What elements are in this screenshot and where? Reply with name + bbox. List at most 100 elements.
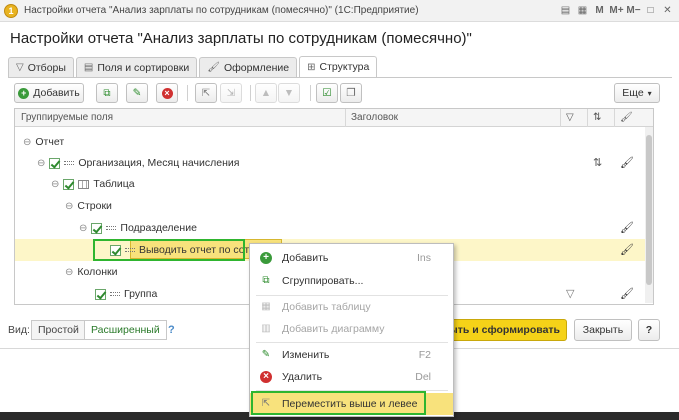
header-divider <box>345 109 346 127</box>
checkbox-checked[interactable] <box>91 222 103 234</box>
collapse-icon[interactable]: ⊖ <box>51 179 59 190</box>
brush-icon[interactable]: 🖌 <box>620 243 634 256</box>
collapse-icon[interactable]: ⊖ <box>79 223 87 234</box>
fields-icon: ▤ <box>83 62 94 73</box>
tab-appearance[interactable]: 🖌 Оформление <box>199 57 298 77</box>
tree-row-table[interactable]: ⊖ Таблица <box>15 173 646 195</box>
brush-icon[interactable]: 🖌 <box>620 287 634 300</box>
toolbar-separator <box>250 85 251 101</box>
brush-icon: 🖌 <box>207 62 220 73</box>
close-icon[interactable]: ✕ <box>660 3 675 18</box>
scrollbar-thumb[interactable] <box>646 135 652 285</box>
sort-icon[interactable]: ⇅ <box>593 156 602 169</box>
checkbox-checked[interactable] <box>63 178 75 190</box>
sort-column-icon[interactable]: ⇅ <box>593 112 601 123</box>
view-label: Вид: <box>8 324 30 336</box>
tree-row-department[interactable]: ⊖ Подразделение 🖌 <box>15 217 646 239</box>
menu-item-shortcut: Del <box>415 371 431 383</box>
collapse-icon[interactable]: ⊖ <box>23 137 31 148</box>
tab-structure[interactable]: ⊞ Структура <box>299 56 378 77</box>
view-extended-button[interactable]: Расширенный <box>84 320 167 340</box>
brush-icon[interactable]: 🖌 <box>620 156 634 169</box>
row-label: Колонки <box>77 266 118 278</box>
window-menu-icon[interactable]: ▤ <box>558 3 573 18</box>
header-fields[interactable]: Группируемые поля <box>21 112 113 123</box>
menu-item-edit[interactable]: ✎ Изменить F2 <box>250 344 453 366</box>
brush-icon[interactable]: 🖌 <box>620 221 634 234</box>
tab-label: Оформление <box>223 61 290 74</box>
tree-row-rows[interactable]: ⊖ Строки <box>15 195 646 217</box>
group-icon: ⧉ <box>262 275 270 286</box>
memory-m-minus-button[interactable]: M− <box>626 3 641 18</box>
chart-icon: ▥ <box>261 323 271 334</box>
pencil-icon: ✎ <box>132 87 142 99</box>
vertical-scrollbar[interactable] <box>645 127 653 303</box>
group-button[interactable]: ⧉ <box>96 83 118 103</box>
menu-highlight-frame <box>251 391 426 415</box>
row-label: Организация, Месяц начисления <box>78 157 240 169</box>
more-button-label: Еще <box>622 87 644 99</box>
dropdown-arrow-icon: ▾ <box>647 88 652 98</box>
checkbox-checked[interactable] <box>95 288 106 300</box>
move-down-right-button[interactable]: ⇲ <box>220 83 242 103</box>
menu-item-add[interactable]: + Добавить Ins <box>250 247 453 269</box>
grid-header: Группируемые поля Заголовок ▽ ⇅ 🖌 <box>15 109 653 127</box>
tab-filters[interactable]: ▽ Отборы <box>8 57 74 77</box>
filter-column-icon[interactable]: ▽ <box>566 112 574 123</box>
tab-label: Структура <box>319 61 370 73</box>
memory-m-plus-button[interactable]: M+ <box>609 3 624 18</box>
copy-icon: ❐ <box>346 87 356 99</box>
maximize-icon[interactable]: □ <box>643 3 658 18</box>
delete-button[interactable]: × <box>156 83 178 103</box>
arrow-up-icon: ▲ <box>260 87 272 99</box>
window-grid-icon[interactable]: ▦ <box>575 3 590 18</box>
help-icon[interactable]: ? <box>168 324 175 336</box>
menu-item-shortcut: F2 <box>418 349 431 361</box>
move-up-left-button[interactable]: ⇱ <box>195 83 217 103</box>
tab-label: Отборы <box>27 61 66 74</box>
tree-row-organization[interactable]: ⊖ Организация, Месяц начисления ⇅ 🖌 <box>15 152 646 174</box>
appearance-column-icon[interactable]: 🖌 <box>620 112 633 123</box>
menu-item-add-chart[interactable]: ▥ Добавить диаграмму <box>250 318 453 340</box>
copy-button[interactable]: ❐ <box>340 83 362 103</box>
move-up-left-icon: ⇱ <box>201 87 211 99</box>
menu-item-add-table[interactable]: ▦ Добавить таблицу <box>250 296 453 318</box>
menu-separator <box>256 342 448 343</box>
finish-and-generate-button[interactable]: ыть и сформировать <box>443 319 567 341</box>
grouping-icon <box>64 161 75 165</box>
more-button[interactable]: Еще ▾ <box>614 83 660 103</box>
edit-button[interactable]: ✎ <box>126 83 148 103</box>
row-label: Строки <box>77 200 112 212</box>
row-label: Отчет <box>35 136 65 148</box>
collapse-icon[interactable]: ⊖ <box>65 267 73 278</box>
check-all-button[interactable]: ☑ <box>316 83 338 103</box>
selection-highlight-frame <box>93 239 245 261</box>
memory-m-button[interactable]: M <box>592 3 607 18</box>
view-simple-button[interactable]: Простой <box>31 320 86 340</box>
help-button[interactable]: ? <box>638 319 660 341</box>
move-down-right-icon: ⇲ <box>226 87 236 99</box>
tab-label: Поля и сортировки <box>97 61 190 74</box>
plus-icon: + <box>18 87 30 99</box>
filter-icon[interactable]: ▽ <box>566 287 574 300</box>
header-title[interactable]: Заголовок <box>351 112 398 123</box>
menu-item-group[interactable]: ⧉ Сгруппировать... <box>250 270 453 292</box>
delete-icon: × <box>260 371 272 383</box>
tab-fields-sorting[interactable]: ▤ Поля и сортировки <box>75 57 198 77</box>
row-label: Подразделение <box>120 222 197 234</box>
close-button[interactable]: Закрыть <box>574 319 632 341</box>
title-bar: 1 Настройки отчета "Анализ зарплаты по с… <box>0 0 679 22</box>
menu-item-shortcut: Ins <box>416 252 431 264</box>
collapse-icon[interactable]: ⊖ <box>65 201 73 212</box>
structure-icon: ⊞ <box>307 61 316 73</box>
1c-logo-icon: 1 <box>4 4 18 18</box>
tree-row-report[interactable]: ⊖ Отчет <box>15 131 646 153</box>
menu-item-delete[interactable]: × Удалить Del <box>250 366 453 388</box>
collapse-icon[interactable]: ⊖ <box>37 158 45 169</box>
add-button[interactable]: + Добавить <box>14 83 84 103</box>
move-down-button[interactable]: ▼ <box>278 83 300 103</box>
checkbox-checked[interactable] <box>49 157 61 169</box>
move-up-button[interactable]: ▲ <box>255 83 277 103</box>
delete-icon: × <box>161 87 173 99</box>
toolbar-separator <box>310 85 311 101</box>
